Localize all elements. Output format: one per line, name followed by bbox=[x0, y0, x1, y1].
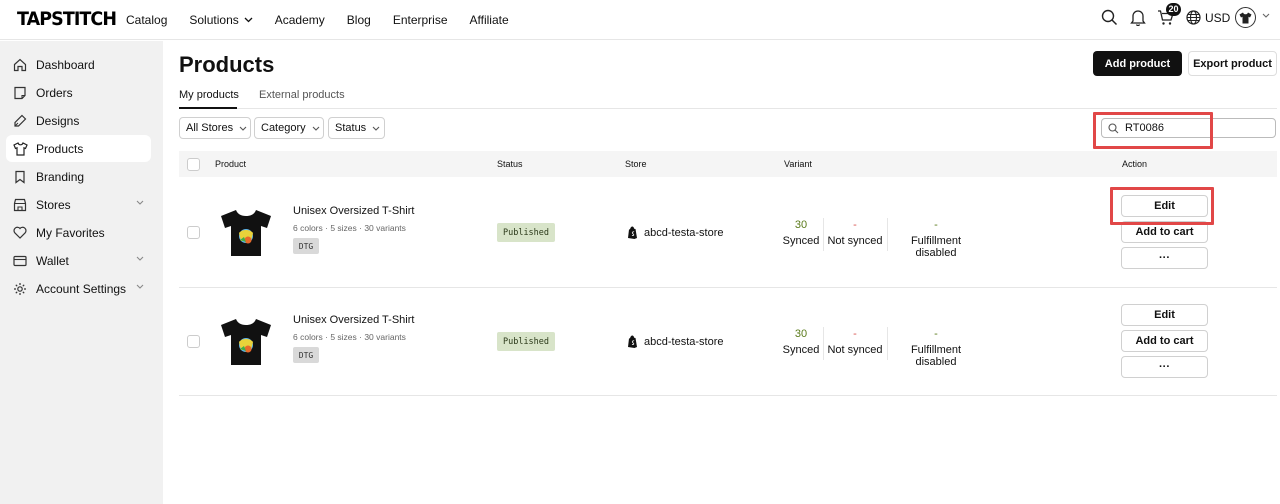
store-cell: abcd-testa-store bbox=[627, 226, 723, 239]
tab-external-products[interactable]: External products bbox=[259, 89, 345, 101]
chevron-down-icon bbox=[136, 200, 144, 205]
home-icon bbox=[12, 57, 28, 73]
sidebar-item-dashboard[interactable]: Dashboard bbox=[6, 51, 151, 78]
sidebar-item-account-settings[interactable]: Account Settings bbox=[6, 275, 151, 302]
divider bbox=[823, 327, 824, 360]
nav-affiliate[interactable]: Affiliate bbox=[470, 13, 509, 27]
synced-count: 30 Synced bbox=[782, 328, 820, 356]
header-status: Status bbox=[497, 159, 523, 169]
sidebar-item-branding[interactable]: Branding bbox=[6, 163, 151, 190]
highlight-search bbox=[1093, 112, 1213, 149]
chevron-down-icon bbox=[312, 126, 320, 131]
nav-academy[interactable]: Academy bbox=[275, 13, 325, 27]
cart-count-badge: 20 bbox=[1166, 3, 1181, 16]
bookmark-icon bbox=[12, 169, 28, 185]
product-details: 6 colors · 5 sizes · 30 variants bbox=[293, 223, 406, 233]
store-cell: abcd-testa-store bbox=[627, 335, 723, 348]
chevron-down-icon bbox=[136, 256, 144, 261]
wallet-icon bbox=[12, 253, 28, 269]
bell-icon[interactable] bbox=[1130, 9, 1146, 26]
row-checkbox[interactable] bbox=[187, 226, 200, 239]
search-icon[interactable] bbox=[1101, 9, 1118, 26]
chevron-down-icon bbox=[244, 17, 253, 23]
not-synced-count: - Not synced bbox=[827, 219, 883, 247]
more-actions-button[interactable]: ··· bbox=[1121, 356, 1208, 378]
select-all-checkbox[interactable] bbox=[187, 158, 200, 171]
sidebar-item-wallet[interactable]: Wallet bbox=[6, 247, 151, 274]
active-tab-indicator bbox=[179, 107, 237, 109]
filter-all-stores[interactable]: All Stores bbox=[179, 117, 251, 139]
add-product-button[interactable]: Add product bbox=[1093, 51, 1182, 76]
chevron-down-icon bbox=[136, 284, 144, 289]
globe-icon bbox=[1186, 10, 1201, 25]
table-header: Product Status Store Variant Action bbox=[179, 151, 1277, 177]
product-name[interactable]: Unisex Oversized T-Shirt bbox=[293, 205, 414, 217]
currency-selector[interactable]: USD bbox=[1186, 10, 1230, 25]
shopify-icon bbox=[628, 226, 637, 239]
not-synced-count: - Not synced bbox=[827, 328, 883, 356]
header-product: Product bbox=[215, 159, 247, 169]
heart-icon bbox=[12, 225, 28, 241]
header-variant: Variant bbox=[784, 159, 812, 169]
header-store: Store bbox=[625, 159, 647, 169]
shopify-icon bbox=[628, 335, 637, 348]
print-method-tag: DTG bbox=[293, 347, 319, 363]
tab-my-products[interactable]: My products bbox=[179, 89, 239, 101]
divider bbox=[823, 218, 824, 251]
gear-icon bbox=[12, 281, 28, 297]
product-thumbnail[interactable] bbox=[217, 315, 275, 367]
product-name[interactable]: Unisex Oversized T-Shirt bbox=[293, 314, 414, 326]
nav-catalog[interactable]: Catalog bbox=[126, 13, 167, 27]
pen-icon bbox=[12, 113, 28, 129]
shirt-icon bbox=[12, 141, 28, 157]
divider bbox=[887, 327, 888, 360]
filter-category[interactable]: Category bbox=[254, 117, 324, 139]
filter-status[interactable]: Status bbox=[328, 117, 385, 139]
print-method-tag: DTG bbox=[293, 238, 319, 254]
fulfillment-count: - Fulfillment disabled bbox=[910, 219, 962, 259]
product-tabs: My products External products bbox=[179, 80, 1277, 109]
more-actions-button[interactable]: ··· bbox=[1121, 247, 1208, 269]
add-to-cart-button[interactable]: Add to cart bbox=[1121, 330, 1208, 352]
orders-icon bbox=[12, 85, 28, 101]
edit-button[interactable]: Edit bbox=[1121, 304, 1208, 326]
page-title: Products bbox=[179, 52, 275, 77]
store-icon bbox=[12, 197, 28, 213]
nav-solutions[interactable]: Solutions bbox=[189, 13, 253, 27]
sidebar-item-designs[interactable]: Designs bbox=[6, 107, 151, 134]
avatar[interactable] bbox=[1235, 7, 1256, 28]
row-checkbox[interactable] bbox=[187, 335, 200, 348]
nav-enterprise[interactable]: Enterprise bbox=[393, 13, 448, 27]
product-details: 6 colors · 5 sizes · 30 variants bbox=[293, 332, 406, 342]
nav-blog[interactable]: Blog bbox=[347, 13, 371, 27]
sidebar-item-orders[interactable]: Orders bbox=[6, 79, 151, 106]
tapstitch-logo[interactable]: TAPSTITCH bbox=[17, 8, 117, 30]
status-badge: Published bbox=[497, 223, 555, 242]
product-thumbnail[interactable] bbox=[217, 206, 275, 258]
chevron-down-icon bbox=[239, 126, 247, 131]
status-badge: Published bbox=[497, 332, 555, 351]
sidebar-item-products[interactable]: Products bbox=[6, 135, 151, 162]
synced-count: 30 Synced bbox=[782, 219, 820, 247]
main-nav: Catalog Solutions Academy Blog Enterpris… bbox=[126, 0, 531, 40]
sidebar-item-stores[interactable]: Stores bbox=[6, 191, 151, 218]
divider bbox=[887, 218, 888, 251]
chevron-down-icon[interactable] bbox=[1262, 13, 1270, 18]
export-product-button[interactable]: Export product bbox=[1188, 51, 1277, 76]
top-navbar: TAPSTITCH Catalog Solutions Academy Blog… bbox=[0, 0, 1280, 40]
chevron-down-icon bbox=[372, 126, 380, 131]
fulfillment-count: - Fulfillment disabled bbox=[910, 328, 962, 368]
highlight-edit bbox=[1110, 187, 1214, 225]
header-action: Action bbox=[1122, 159, 1148, 169]
avatar-shirt-icon bbox=[1239, 12, 1252, 23]
sidebar: Dashboard Orders Designs Products Brandi… bbox=[0, 41, 163, 504]
table-row: Unisex Oversized T-Shirt 6 colors · 5 si… bbox=[179, 288, 1277, 396]
sidebar-item-my-favorites[interactable]: My Favorites bbox=[6, 219, 151, 246]
